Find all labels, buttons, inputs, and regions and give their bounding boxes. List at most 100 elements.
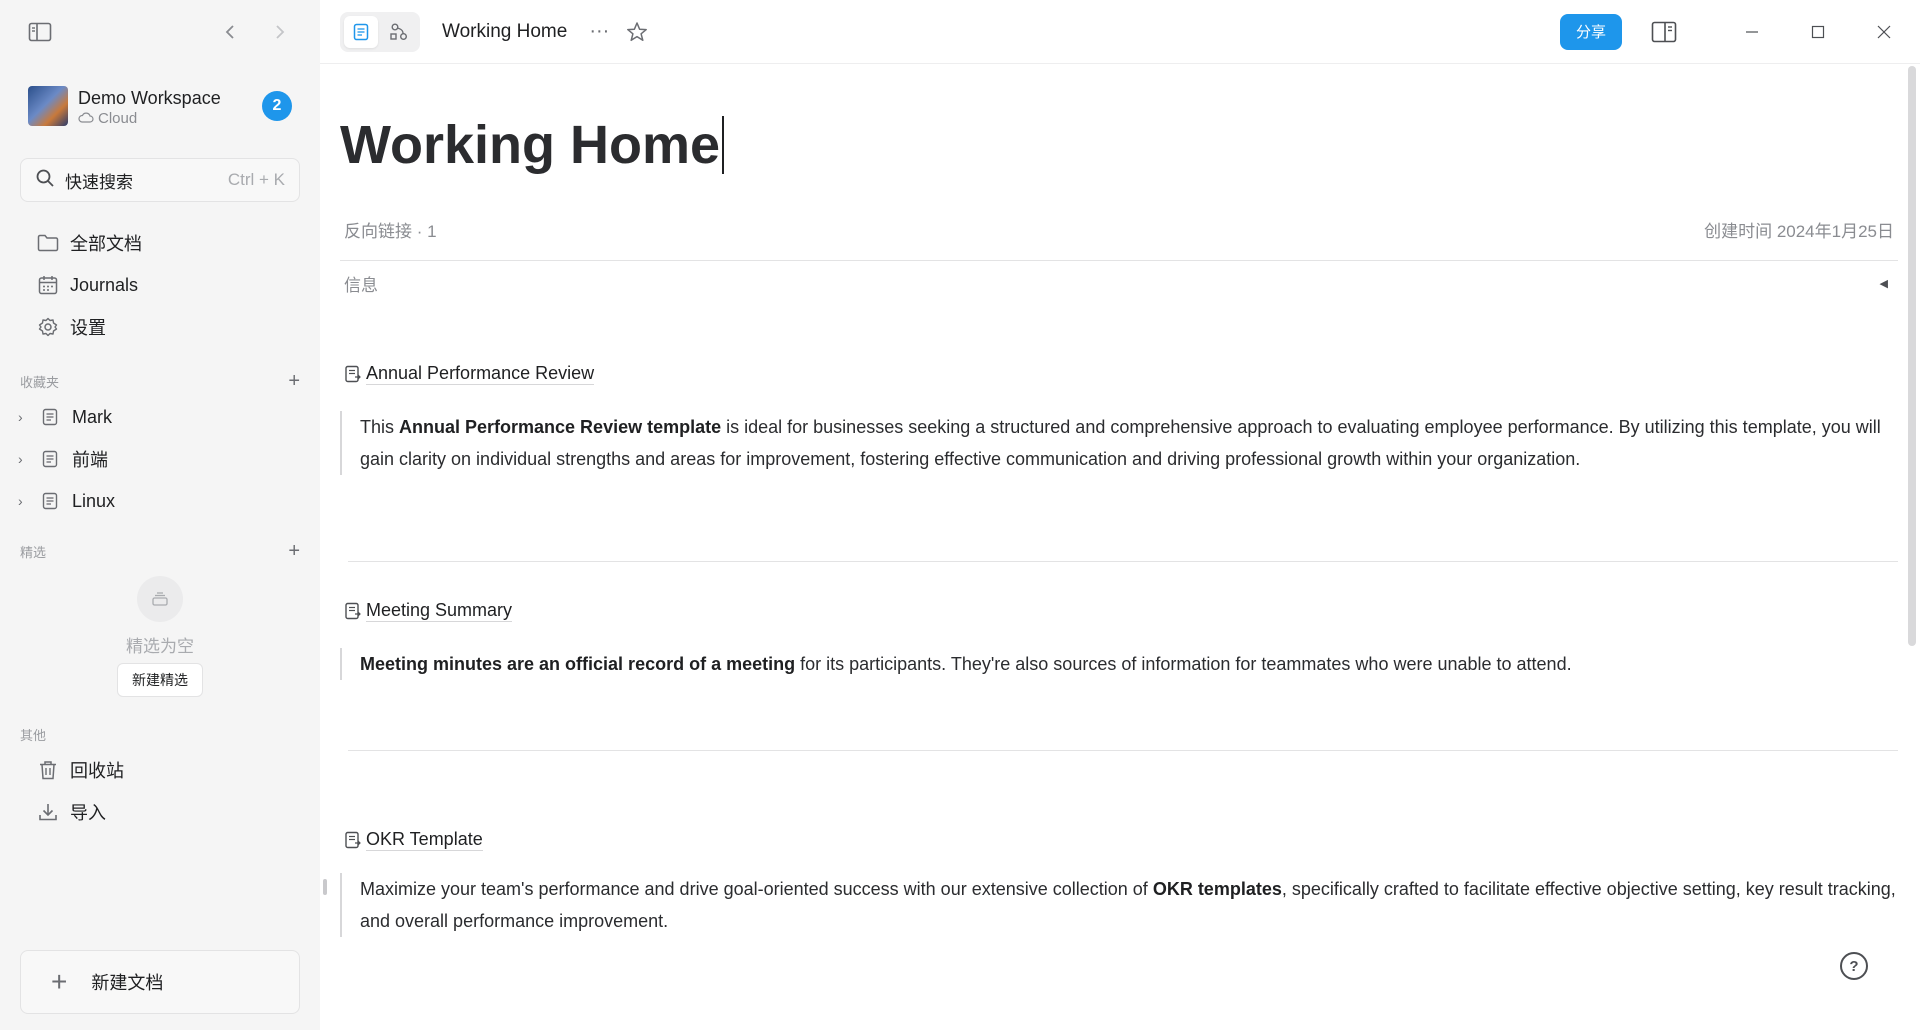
favorites-list: › Mark › 前端 › Linux [0, 396, 320, 522]
favorites-title: 收藏夹 [20, 374, 60, 390]
chevron-right-icon[interactable]: › [18, 451, 32, 467]
linked-page-icon [344, 831, 362, 849]
linked-doc-block: Meeting Summary Meeting minutes are an o… [340, 596, 1898, 680]
search-label: 快速搜索 [65, 172, 133, 192]
nav-item-label: 全部文档 [70, 234, 142, 254]
search-icon [35, 168, 55, 193]
divider [348, 561, 1898, 562]
drag-handle[interactable] [323, 879, 327, 895]
new-doc-button[interactable]: + 新建文档 [20, 950, 300, 1014]
workspace-switcher[interactable]: Demo Workspace Cloud 2 [0, 64, 320, 134]
page-meta: 反向链接 · 1 创建时间 2024年1月25日 [340, 212, 1898, 246]
workspace-type: Cloud [98, 109, 138, 127]
page-title[interactable]: Working Home [340, 114, 720, 176]
nav-item-journals[interactable]: Journals [0, 264, 320, 306]
linked-doc-block: Annual Performance Review This Annual Pe… [340, 359, 1898, 475]
sidebar-toggle-icon[interactable] [24, 16, 56, 48]
folder-icon [36, 231, 60, 255]
page-mode-icon[interactable] [344, 15, 378, 48]
info-panel-header[interactable]: 信息 ◀ [340, 261, 1898, 305]
created-date: 创建时间 2024年1月25日 [1704, 221, 1894, 241]
featured-title: 精选 [20, 544, 47, 560]
page-icon [38, 447, 62, 471]
info-label: 信息 [344, 275, 378, 295]
collapse-arrow-icon[interactable]: ◀ [1880, 277, 1888, 290]
other-list: 回收站 导入 [0, 749, 320, 833]
nav-item-label: Journals [70, 274, 139, 295]
favorite-label: Mark [72, 406, 112, 427]
new-featured-button[interactable]: 新建精选 [117, 663, 203, 697]
page-icon [38, 489, 62, 513]
close-icon[interactable] [1864, 12, 1904, 52]
favorite-item-linux[interactable]: › Linux [0, 480, 320, 522]
empty-collection-icon [137, 576, 183, 622]
more-options-icon[interactable]: ··· [589, 20, 609, 43]
linked-page-icon [344, 365, 362, 383]
minimize-icon[interactable] [1732, 12, 1772, 52]
nav-item-trash[interactable]: 回收站 [0, 749, 320, 791]
edgeless-mode-icon[interactable] [382, 16, 416, 48]
right-sidebar-toggle-icon[interactable] [1644, 12, 1684, 52]
window-controls [1622, 12, 1904, 52]
share-button[interactable]: 分享 [1559, 13, 1622, 50]
download-icon [36, 800, 60, 824]
topbar-doc-title[interactable]: Working Home [442, 21, 567, 43]
favorite-item-frontend[interactable]: › 前端 [0, 438, 320, 480]
star-icon[interactable] [621, 16, 653, 48]
linked-doc-title[interactable]: Annual Performance Review [366, 363, 595, 385]
other-header: 其他 [0, 719, 320, 749]
featured-header: 精选 + [0, 536, 320, 566]
maximize-icon[interactable] [1798, 12, 1838, 52]
main-nav: 全部文档 Journals 设置 [0, 222, 320, 348]
chevron-right-icon[interactable]: › [18, 409, 32, 425]
linked-doc-link[interactable]: OKR Template [340, 825, 1898, 855]
add-favorite-icon[interactable]: + [288, 370, 300, 393]
forward-arrow-icon[interactable] [264, 16, 296, 48]
plus-icon: + [51, 966, 68, 997]
linked-doc-title[interactable]: OKR Template [366, 829, 483, 851]
cloud-icon [78, 110, 94, 127]
document-content[interactable]: Working Home 反向链接 · 1 创建时间 2024年1月25日 信息… [320, 114, 1920, 937]
page-icon [38, 405, 62, 429]
help-icon[interactable]: ? [1840, 952, 1868, 980]
quote-block[interactable]: Maximize your team's performance and dri… [340, 873, 1898, 937]
notification-badge[interactable]: 2 [262, 91, 292, 121]
quote-block[interactable]: This Annual Performance Review template … [340, 411, 1898, 475]
top-bar: Working Home ··· 分享 [320, 0, 1920, 64]
nav-item-all-docs[interactable]: 全部文档 [0, 222, 320, 264]
sidebar: Demo Workspace Cloud 2 快速搜索 Ctrl + K 全部文… [0, 0, 320, 1030]
trash-icon [36, 758, 60, 782]
favorite-item-mark[interactable]: › Mark [0, 396, 320, 438]
back-arrow-icon[interactable] [214, 16, 246, 48]
linked-doc-block: OKR Template Maximize your team's perfor… [340, 825, 1898, 937]
gear-icon [36, 315, 60, 339]
nav-item-label: 设置 [70, 318, 106, 338]
linked-doc-link[interactable]: Annual Performance Review [340, 359, 1898, 389]
text-caret [722, 116, 725, 174]
other-title: 其他 [20, 727, 47, 743]
favorite-label: Linux [72, 490, 116, 511]
main-editor: Working Home ··· 分享 Working Home 反向链接 · … [320, 0, 1920, 1030]
favorites-header: 收藏夹 + [0, 366, 320, 396]
sidebar-top-bar [0, 0, 320, 64]
nav-item-settings[interactable]: 设置 [0, 306, 320, 348]
divider [348, 750, 1898, 751]
add-featured-icon[interactable]: + [288, 540, 300, 563]
backlinks-count[interactable]: 反向链接 · 1 [344, 217, 437, 242]
workspace-name: Demo Workspace [78, 87, 221, 108]
quick-search[interactable]: 快速搜索 Ctrl + K [20, 158, 300, 202]
view-mode-switch [340, 11, 420, 52]
nav-item-label: 导入 [70, 803, 106, 823]
chevron-right-icon[interactable]: › [18, 493, 32, 509]
calendar-icon [36, 273, 60, 297]
workspace-avatar [28, 86, 68, 126]
favorite-label: 前端 [72, 450, 108, 470]
nav-item-import[interactable]: 导入 [0, 791, 320, 833]
quote-block[interactable]: Meeting minutes are an official record o… [340, 648, 1898, 680]
linked-doc-title[interactable]: Meeting Summary [366, 600, 513, 622]
linked-doc-link[interactable]: Meeting Summary [340, 596, 1898, 626]
page-title-block[interactable]: Working Home [340, 114, 1898, 176]
search-shortcut: Ctrl + K [227, 170, 285, 189]
scrollbar[interactable] [1908, 66, 1916, 646]
featured-empty-state: 精选为空 新建精选 [0, 576, 320, 697]
